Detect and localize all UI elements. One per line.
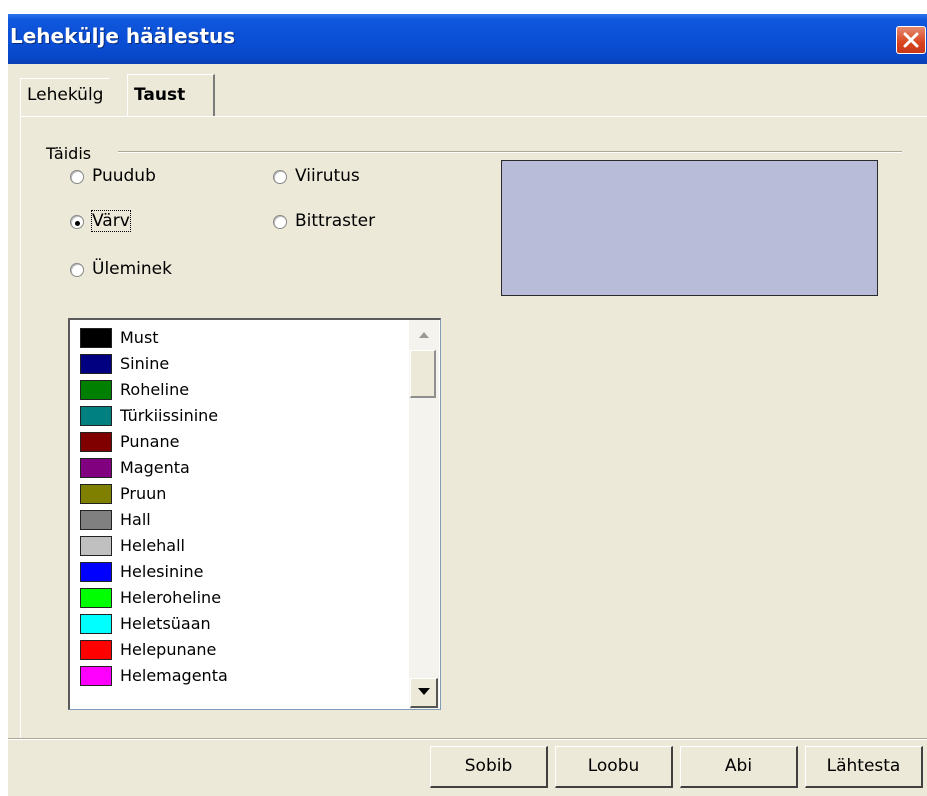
radio-bitmap-label: Bittraster <box>295 211 376 231</box>
dialog-window: Lehekülje häälestus Lehekülg Taust Täidi… <box>8 14 927 796</box>
color-list-item[interactable]: Sinine <box>76 352 406 378</box>
color-swatch <box>80 588 112 608</box>
ok-button[interactable]: Sobib <box>430 746 548 788</box>
color-swatch <box>80 484 112 504</box>
group-divider <box>118 151 902 153</box>
arrow-up-icon <box>419 332 429 338</box>
tab-taust[interactable]: Taust <box>127 74 215 116</box>
help-button[interactable]: Abi <box>680 746 798 788</box>
color-listbox[interactable]: Must Sinine Roheline Türkiissinine Punan… <box>68 318 441 710</box>
color-list-item[interactable]: Punane <box>76 430 406 456</box>
color-list-item[interactable]: Helepunane <box>76 638 406 664</box>
color-swatch <box>80 432 112 452</box>
color-swatch <box>80 640 112 660</box>
radio-circle <box>70 215 84 229</box>
color-swatch <box>80 666 112 686</box>
radio-circle <box>70 263 84 277</box>
close-button[interactable] <box>896 26 926 54</box>
scroll-down-button[interactable] <box>410 678 438 708</box>
button-bar-divider <box>8 738 927 740</box>
color-swatch <box>80 614 112 634</box>
arrow-down-icon <box>418 688 430 695</box>
reset-button[interactable]: Lähtesta <box>805 746 923 788</box>
color-list-item[interactable]: Helemagenta <box>76 664 406 690</box>
color-swatch <box>80 406 112 426</box>
color-swatch <box>80 380 112 400</box>
color-list-item[interactable]: Helesinine <box>76 560 406 586</box>
radio-color-label: Värv <box>91 210 131 232</box>
radio-circle <box>70 170 84 184</box>
title-bar[interactable]: Lehekülje häälestus <box>8 14 927 64</box>
color-list-item[interactable]: Pruun <box>76 482 406 508</box>
radio-none-label: Puudub <box>92 166 156 186</box>
radio-circle <box>273 215 287 229</box>
list-scrollbar[interactable] <box>409 320 439 709</box>
dialog-title: Lehekülje häälestus <box>10 24 236 48</box>
color-list-items: Must Sinine Roheline Türkiissinine Punan… <box>76 326 406 690</box>
color-list-item[interactable]: Heleroheline <box>76 586 406 612</box>
color-swatch <box>80 562 112 582</box>
color-list-item[interactable]: Magenta <box>76 456 406 482</box>
color-swatch <box>80 328 112 348</box>
radio-selected-dot <box>75 221 80 226</box>
radio-circle <box>273 170 287 184</box>
tab-lehekulg[interactable]: Lehekülg <box>20 78 110 116</box>
color-list-item[interactable]: Roheline <box>76 378 406 404</box>
close-x-icon <box>903 32 919 48</box>
scroll-thumb[interactable] <box>410 350 436 398</box>
color-list-item[interactable]: Hall <box>76 508 406 534</box>
radio-gradient-label: Üleminek <box>92 259 172 279</box>
radio-hatch-label: Viirutus <box>295 166 360 186</box>
color-list-item[interactable]: Helehall <box>76 534 406 560</box>
color-list-item[interactable]: Must <box>76 326 406 352</box>
color-swatch <box>80 458 112 478</box>
scroll-up-button[interactable] <box>411 322 437 348</box>
color-list-item[interactable]: Heletsüaan <box>76 612 406 638</box>
color-list-item[interactable]: Türkiissinine <box>76 404 406 430</box>
cancel-button[interactable]: Loobu <box>555 746 673 788</box>
color-swatch <box>80 536 112 556</box>
color-swatch <box>80 354 112 374</box>
color-swatch <box>80 510 112 530</box>
background-preview <box>501 160 878 296</box>
fill-group-label: Täidis <box>46 144 98 163</box>
